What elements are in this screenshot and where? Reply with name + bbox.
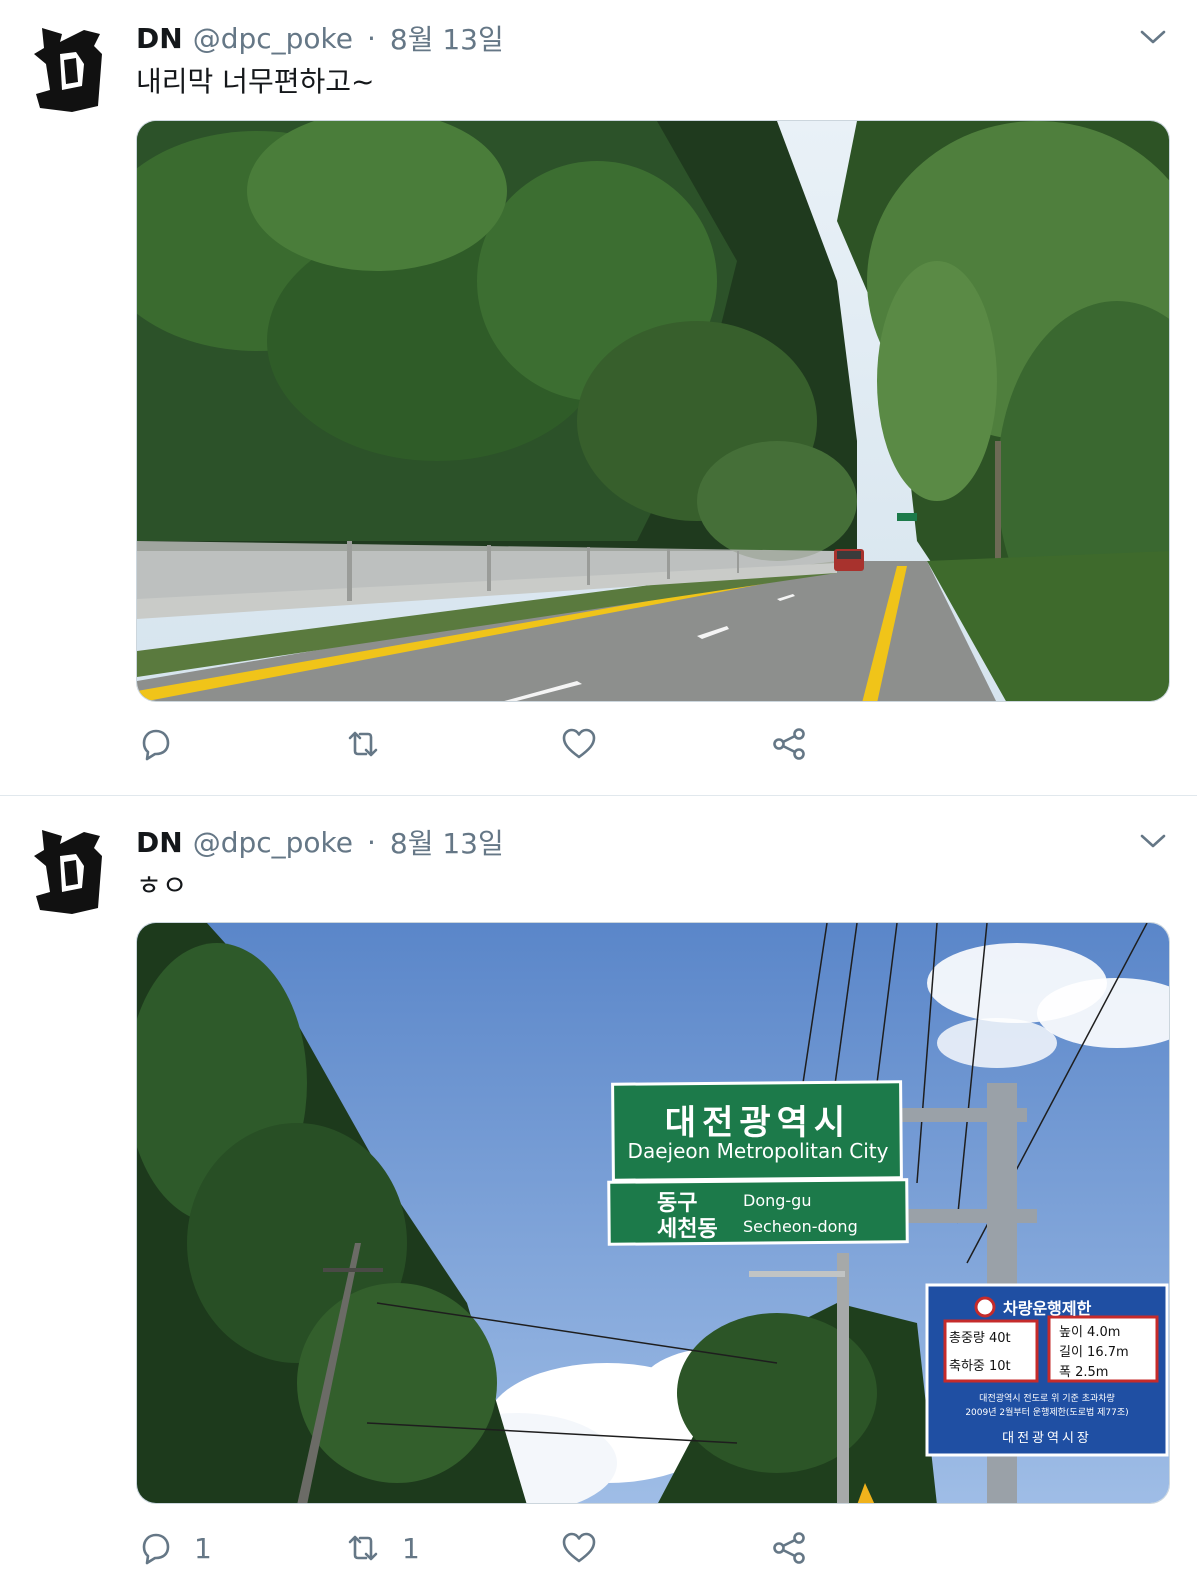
avatar[interactable] bbox=[32, 826, 108, 918]
reply-icon bbox=[142, 729, 170, 761]
tweet-header: DN @dpc_poke · 8월 13일 bbox=[136, 18, 504, 58]
display-name[interactable]: DN bbox=[136, 826, 183, 859]
retweet-count: 1 bbox=[402, 1531, 420, 1565]
sign-district-en: Dong-gu bbox=[743, 1191, 812, 1210]
restriction-note1: 대전광역시 전도로 위 기준 초과차량 bbox=[979, 1394, 1115, 1404]
restriction-weight-axle: 축하중 10t bbox=[949, 1359, 1011, 1374]
retweet-button[interactable]: 1 bbox=[344, 1526, 420, 1570]
like-icon bbox=[562, 1532, 596, 1563]
reply-button[interactable] bbox=[136, 722, 194, 766]
tweet-date[interactable]: 8월 13일 bbox=[390, 18, 504, 58]
separator-dot: · bbox=[366, 825, 376, 859]
share-button[interactable] bbox=[770, 722, 808, 766]
tweet-date[interactable]: 8월 13일 bbox=[390, 822, 504, 862]
photo-forest-road bbox=[137, 121, 1169, 701]
sign-town-en: Secheon-dong bbox=[743, 1217, 858, 1236]
retweet-icon bbox=[348, 1535, 378, 1561]
restriction-height: 높이 4.0m bbox=[1059, 1325, 1121, 1340]
like-button[interactable] bbox=[560, 722, 618, 766]
tweet-actions bbox=[136, 722, 836, 766]
tweet-photo[interactable]: 대전광역시 Daejeon Metropolitan City 동구 Dong-… bbox=[136, 922, 1170, 1504]
handle[interactable]: @dpc_poke bbox=[193, 826, 353, 859]
avatar[interactable] bbox=[32, 24, 108, 116]
restriction-width: 폭 2.5m bbox=[1059, 1365, 1109, 1380]
like-button[interactable] bbox=[560, 1526, 618, 1570]
reply-icon bbox=[142, 1533, 170, 1565]
restriction-note2: 2009년 2월부터 운행제한(도로법 제77조) bbox=[965, 1408, 1129, 1418]
share-button[interactable] bbox=[770, 1526, 808, 1570]
tweet-photo[interactable] bbox=[136, 120, 1170, 702]
handle[interactable]: @dpc_poke bbox=[193, 22, 353, 55]
retweet-icon bbox=[348, 731, 378, 757]
sign-title-en: Daejeon Metropolitan City bbox=[627, 1139, 889, 1163]
like-icon bbox=[562, 728, 596, 759]
reply-count: 1 bbox=[194, 1531, 212, 1565]
sign-town-ko: 세천동 bbox=[657, 1217, 718, 1242]
retweet-button[interactable] bbox=[344, 722, 402, 766]
restriction-length: 길이 16.7m bbox=[1059, 1345, 1129, 1360]
tweet[interactable]: DN @dpc_poke · 8월 13일 내리막 너무편하고~ bbox=[0, 0, 1197, 796]
tweet-actions: 1 1 bbox=[136, 1526, 836, 1570]
share-icon bbox=[773, 728, 805, 760]
reply-button[interactable]: 1 bbox=[136, 1526, 212, 1570]
restriction-issuer: 대전광역시장 bbox=[1002, 1431, 1092, 1446]
tweet-header: DN @dpc_poke · 8월 13일 bbox=[136, 822, 504, 862]
tweet-text: 내리막 너무편하고~ bbox=[136, 65, 375, 98]
display-name[interactable]: DN bbox=[136, 22, 183, 55]
tweet-text: ㅎㅇ bbox=[136, 869, 188, 902]
share-icon bbox=[773, 1532, 805, 1564]
tweet[interactable]: DN @dpc_poke · 8월 13일 ㅎㅇ 대전광역시 Daejeon M… bbox=[0, 796, 1197, 1577]
restriction-weight-total: 총중량 40t bbox=[949, 1331, 1011, 1346]
restriction-title: 차량운행제한 bbox=[1003, 1299, 1092, 1318]
chevron-down-icon[interactable] bbox=[1138, 22, 1168, 52]
chevron-down-icon[interactable] bbox=[1138, 826, 1168, 856]
separator-dot: · bbox=[366, 21, 376, 55]
sign-title-ko: 대전광역시 bbox=[664, 1103, 852, 1143]
